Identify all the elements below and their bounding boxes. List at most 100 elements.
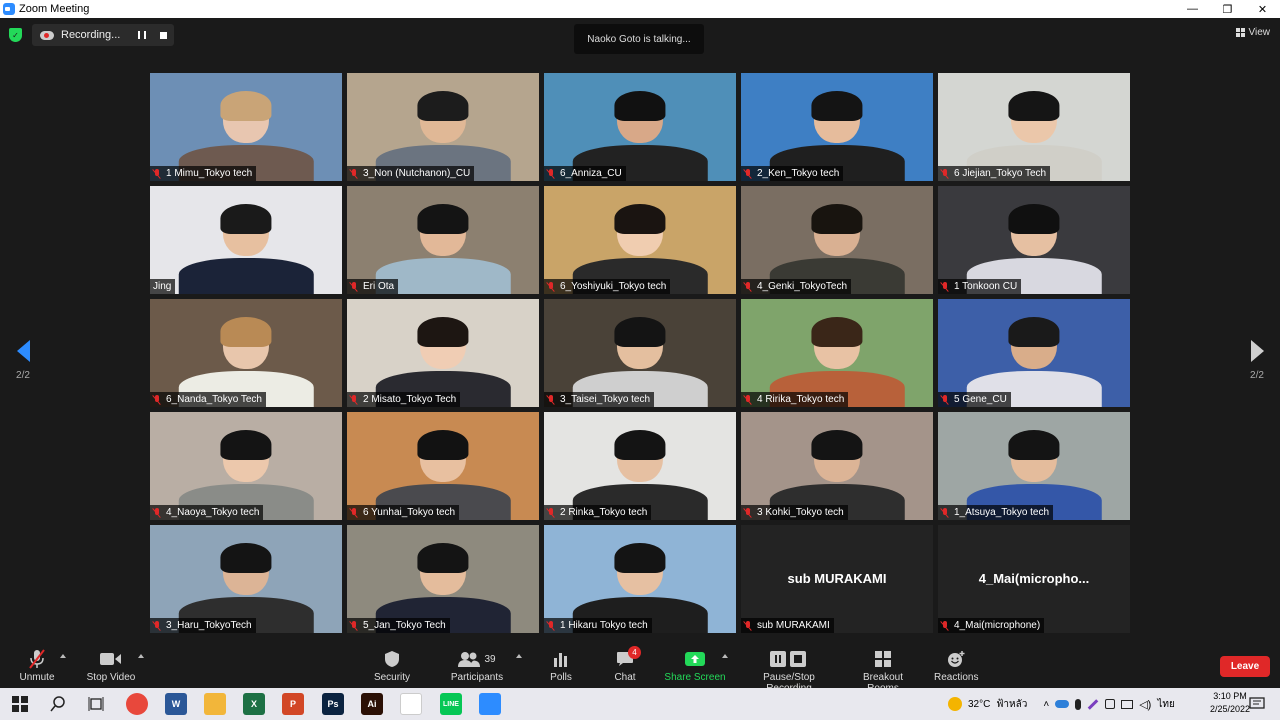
chat-button[interactable]: 4 Chat [609, 646, 641, 683]
participant-tile[interactable]: 4_Naoya_Tokyo tech [150, 412, 342, 520]
volume-icon[interactable]: ◁) [1139, 698, 1151, 711]
participant-tile[interactable]: 1 Tonkoon CU [938, 186, 1130, 294]
search-icon[interactable] [47, 693, 69, 715]
close-button[interactable]: ✕ [1245, 0, 1280, 18]
grid-view-icon [1235, 28, 1245, 37]
participant-name: 6_Anniza_CU [560, 168, 622, 179]
share-screen-icon [664, 649, 726, 669]
participant-tile[interactable]: 2 Misato_Tokyo Tech [347, 299, 539, 407]
unmute-label: Unmute [19, 672, 55, 683]
unmute-button[interactable]: Unmute [14, 649, 60, 683]
explorer-app-icon[interactable] [204, 693, 226, 715]
participant-tile[interactable]: 3_Taisei_Tokyo tech [544, 299, 736, 407]
reactions-button[interactable]: Reactions [934, 649, 978, 683]
pause-recording-icon[interactable] [138, 31, 147, 39]
participant-tile[interactable]: 2_Ken_Tokyo tech [741, 73, 933, 181]
participant-tile[interactable]: 3 Kohki_Tokyo tech [741, 412, 933, 520]
notifications-icon[interactable] [1246, 693, 1268, 715]
participant-tile[interactable]: 2 Rinka_Tokyo tech [544, 412, 736, 520]
participant-tile[interactable]: 4_Mai(micropho... 4_Mai(microphone) [938, 525, 1130, 633]
excel-app-icon[interactable]: X [243, 693, 265, 715]
powerpoint-app-icon[interactable]: P [282, 693, 304, 715]
participant-name: 6_Yoshiyuki_Tokyo tech [560, 281, 667, 292]
participant-name-tag: 3_Haru_TokyoTech [150, 618, 256, 633]
participants-options-caret-icon[interactable] [516, 654, 522, 658]
participant-tile[interactable]: 5 Gene_CU [938, 299, 1130, 407]
prev-page-nav[interactable]: 2/2 [8, 340, 38, 381]
participant-tile[interactable]: 6_Nanda_Tokyo Tech [150, 299, 342, 407]
participant-tile[interactable]: 6_Yoshiyuki_Tokyo tech [544, 186, 736, 294]
participant-name-tag: Jing [150, 279, 176, 294]
usb-device-icon[interactable] [1105, 699, 1116, 709]
participant-display-name: sub MURAKAMI [787, 571, 887, 586]
participant-name-tag: 4_Genki_TokyoTech [741, 279, 852, 294]
microphone-icon[interactable] [1075, 698, 1082, 710]
pen-icon[interactable] [1087, 698, 1099, 710]
polls-button[interactable]: Polls [545, 649, 577, 683]
security-label: Security [373, 672, 411, 683]
muted-mic-icon [941, 394, 949, 405]
participant-tile[interactable]: 6 Jiejian_Tokyo Tech [938, 73, 1130, 181]
participant-tile[interactable]: 1 Hikaru Tokyo tech [544, 525, 736, 633]
audio-options-caret-icon[interactable] [60, 654, 66, 658]
participant-tile[interactable]: 4_Genki_TokyoTech [741, 186, 933, 294]
weather-temp[interactable]: 32°C [968, 699, 990, 710]
participant-tile[interactable]: 4 Ririka_Tokyo tech [741, 299, 933, 407]
participant-name-tag: 2_Ken_Tokyo tech [741, 166, 844, 181]
participant-tile[interactable]: sub MURAKAMI sub MURAKAMI [741, 525, 933, 633]
arrow-left-icon[interactable] [16, 340, 30, 362]
next-page-nav[interactable]: 2/2 [1242, 340, 1272, 381]
participant-name-tag: 4 Ririka_Tokyo tech [741, 392, 849, 407]
muted-microphone-icon [14, 649, 60, 669]
share-options-caret-icon[interactable] [722, 654, 728, 658]
weather-sun-icon[interactable] [948, 697, 962, 711]
stop-video-button[interactable]: Stop Video [84, 649, 138, 683]
chrome-app-icon[interactable] [126, 693, 148, 715]
participant-tile[interactable]: Jing [150, 186, 342, 294]
slack-app-icon[interactable] [400, 693, 422, 715]
participant-tile[interactable]: Eri Ota [347, 186, 539, 294]
share-screen-button[interactable]: Share Screen [664, 649, 726, 683]
stop-recording-icon[interactable] [160, 31, 168, 39]
photoshop-app-icon[interactable]: Ps [322, 693, 344, 715]
word-app-icon[interactable]: W [165, 693, 187, 715]
meeting-top-bar: ✓ Recording... Naoko Goto is talking... … [0, 18, 1280, 70]
muted-mic-icon [941, 507, 949, 518]
view-button[interactable]: View [1235, 27, 1270, 38]
participant-tile[interactable]: 5_Jan_Tokyo Tech [347, 525, 539, 633]
participant-tile[interactable]: 1_Atsuya_Tokyo tech [938, 412, 1130, 520]
participant-tile[interactable]: 6 Yunhai_Tokyo tech [347, 412, 539, 520]
taskbar-clock[interactable]: 3:10 PM 2/25/2022 [1210, 690, 1250, 716]
participants-button[interactable]: 39 Participants [448, 649, 506, 683]
participant-tile[interactable]: 6_Anniza_CU [544, 73, 736, 181]
participant-name: 2_Ken_Tokyo tech [757, 168, 840, 179]
system-tray: 32°C ฟ้าหลัว ˄ ◁) ไทย [948, 688, 1175, 720]
tray-expand-icon[interactable]: ˄ [1043, 699, 1049, 710]
participant-tile[interactable]: 1 Mimu_Tokyo tech [150, 73, 342, 181]
video-options-caret-icon[interactable] [138, 654, 144, 658]
participant-name-tag: 1_Atsuya_Tokyo tech [938, 505, 1054, 520]
task-view-icon[interactable] [85, 693, 107, 715]
maximize-button[interactable]: ❐ [1210, 0, 1245, 18]
input-language[interactable]: ไทย [1157, 697, 1174, 712]
windows-start-icon[interactable] [9, 693, 31, 715]
security-shield-icon[interactable]: ✓ [9, 28, 22, 42]
participants-icon: 39 [448, 649, 506, 669]
minimize-button[interactable]: — [1175, 0, 1210, 18]
line-app-icon[interactable]: LINE [440, 693, 462, 715]
illustrator-app-icon[interactable]: Ai [361, 693, 383, 715]
zoom-app-icon[interactable] [479, 693, 501, 715]
participant-tile[interactable]: 3_Haru_TokyoTech [150, 525, 342, 633]
participant-display-name: 4_Mai(micropho... [978, 571, 1090, 586]
smiley-icon [934, 649, 978, 669]
security-button[interactable]: Security [372, 649, 412, 683]
participant-name: 4_Mai(microphone) [954, 620, 1041, 631]
participant-tile[interactable]: 3_Non (Nutchanon)_CU [347, 73, 539, 181]
arrow-right-icon[interactable] [1250, 340, 1264, 362]
share-screen-label: Share Screen [664, 672, 726, 683]
weather-desc[interactable]: ฟ้าหลัว [996, 697, 1027, 712]
muted-mic-icon [350, 394, 358, 405]
network-icon[interactable] [1121, 699, 1134, 709]
leave-button[interactable]: Leave [1220, 656, 1270, 677]
onedrive-cloud-icon[interactable] [1055, 700, 1070, 708]
